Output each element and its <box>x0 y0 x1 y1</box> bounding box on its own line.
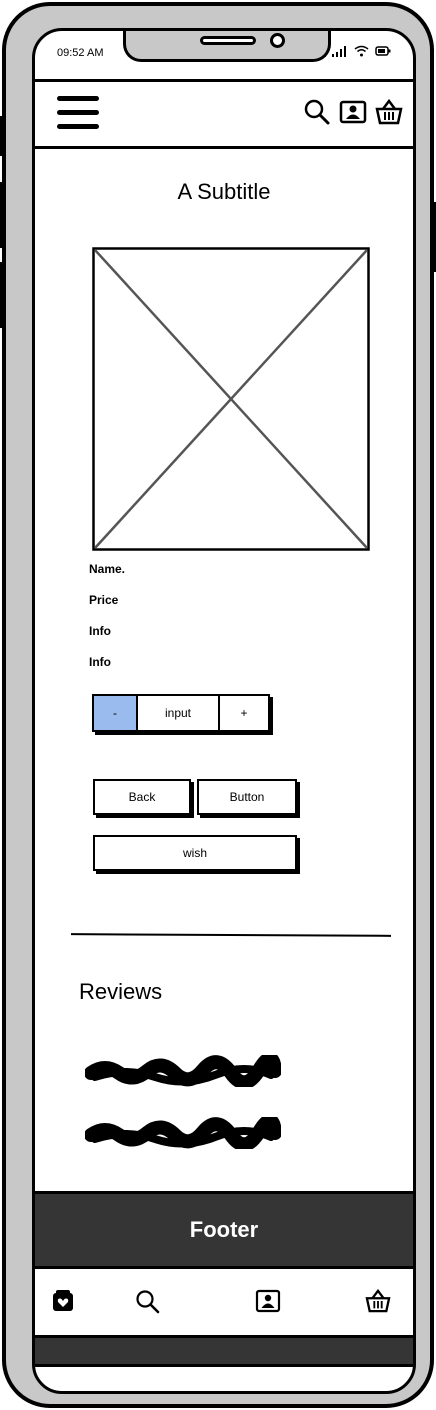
search-icon[interactable] <box>135 1289 161 1315</box>
increment-button[interactable]: + <box>220 694 270 732</box>
review-text-scribble <box>85 1117 281 1149</box>
camera <box>270 33 285 48</box>
review-text-scribble <box>85 1055 281 1087</box>
side-button <box>0 182 4 248</box>
app-header <box>35 79 413 149</box>
side-button <box>0 262 4 328</box>
wifi-icon <box>354 45 369 57</box>
account-icon[interactable] <box>339 99 367 125</box>
bottom-tab-bar <box>35 1269 413 1335</box>
notch <box>123 31 331 62</box>
phone-screen: 09:52 AM A Subtitle Name. Price Info Inf… <box>32 28 416 1394</box>
product-image-placeholder <box>92 247 370 551</box>
shop-icon[interactable] <box>51 1289 75 1313</box>
phone-frame: 09:52 AM A Subtitle Name. Price Info Inf… <box>0 2 436 1408</box>
signal-icon <box>332 45 346 57</box>
decrement-button[interactable]: - <box>92 694 138 732</box>
menu-icon[interactable] <box>57 96 99 132</box>
account-icon[interactable] <box>255 1289 281 1313</box>
basket-icon[interactable] <box>375 99 403 125</box>
side-button <box>432 202 436 272</box>
basket-icon[interactable] <box>365 1289 391 1313</box>
quantity-input[interactable]: input <box>138 694 220 732</box>
product-name: Name. <box>89 562 126 576</box>
side-button <box>0 116 4 156</box>
bottom-bar <box>35 1335 413 1367</box>
wish-button[interactable]: wish <box>93 835 297 871</box>
battery-icon <box>375 46 391 56</box>
page-subtitle: A Subtitle <box>177 179 271 204</box>
product-info: Info <box>89 624 111 638</box>
search-icon[interactable] <box>303 98 331 126</box>
section-divider <box>70 933 392 937</box>
quantity-stepper: - input + <box>92 694 270 732</box>
header-actions <box>303 98 403 126</box>
status-icons <box>332 45 391 57</box>
product-price: Price <box>89 593 119 607</box>
footer: Footer <box>35 1191 413 1269</box>
back-button[interactable]: Back <box>93 779 191 815</box>
status-time: 09:52 AM <box>57 47 104 59</box>
speaker <box>200 36 256 45</box>
product-info: Info <box>89 655 111 669</box>
reviews-heading: Reviews <box>79 979 163 1004</box>
action-button[interactable]: Button <box>197 779 297 815</box>
